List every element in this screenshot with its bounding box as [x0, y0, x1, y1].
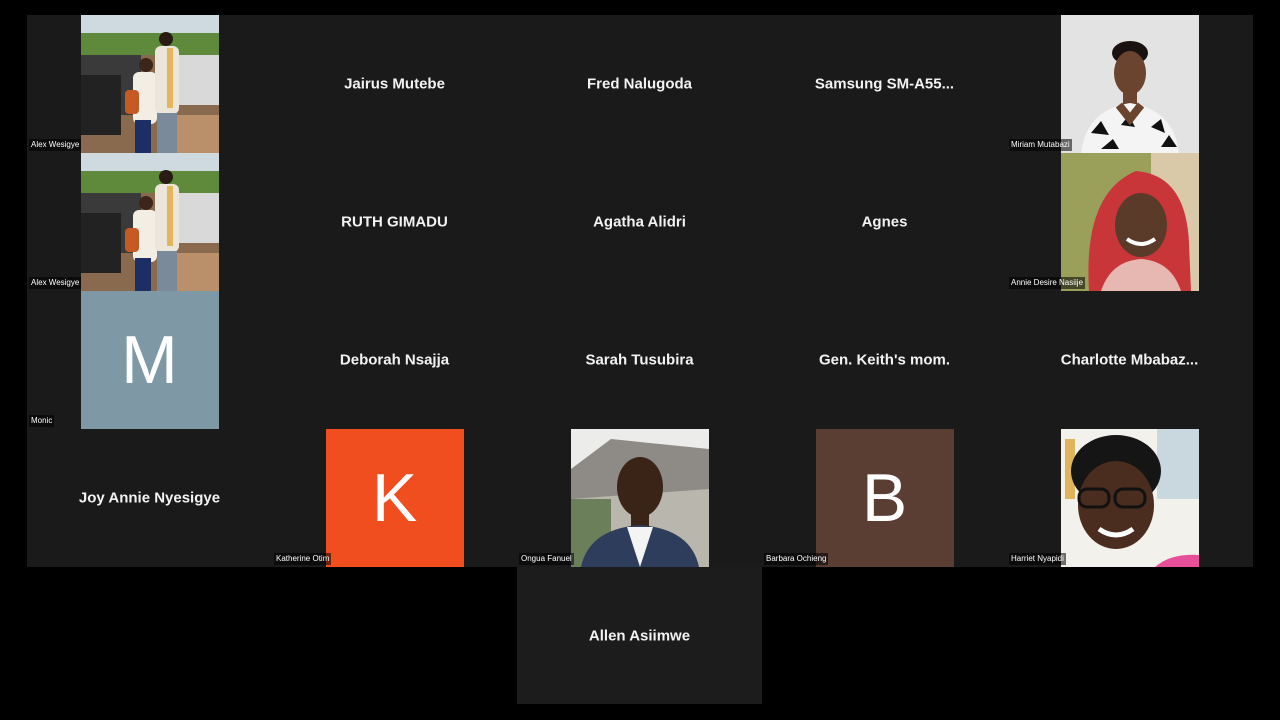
participant-name: Charlotte Mbabaz... [1060, 351, 1199, 369]
participant-name-label: Harriet Nyapidi [1009, 553, 1066, 565]
participant-name: Deborah Nsajja [339, 351, 450, 369]
participant-video [570, 429, 709, 567]
participant-tile-ongua-fanuel[interactable]: Ongua Fanuel [517, 429, 762, 567]
participant-tile-gen-keiths-mom[interactable]: Gen. Keith's mom. [762, 291, 1007, 429]
participant-name-label: Alex Wesigye [29, 139, 82, 151]
participant-tile-jairus-mutebe[interactable]: Jairus Mutebe [272, 15, 517, 153]
participant-tile-alex-wesigye-2[interactable]: Alex Wesigye [27, 153, 272, 291]
participant-video [1060, 429, 1199, 567]
participant-avatar: K [325, 429, 464, 567]
participant-name-label: Alex Wesigye [29, 277, 82, 289]
participant-name-label: Monic [29, 415, 55, 427]
woman-glasses [1060, 429, 1199, 567]
participant-video [1060, 153, 1199, 291]
participant-name-label: Katherine Otim [274, 553, 332, 565]
participant-name-label: Miriam Mutabazi [1009, 139, 1072, 151]
participant-name: Agnes [861, 213, 908, 231]
participant-name: Allen Asiimwe [588, 627, 691, 644]
participant-tile-barbara-ochieng[interactable]: B Barbara Ochieng [762, 429, 1007, 567]
participant-name: Sarah Tusubira [585, 351, 694, 369]
participant-tile-harriet-nyapidi[interactable]: Harriet Nyapidi [1007, 429, 1252, 567]
couple-photo [80, 153, 219, 291]
participant-name: Gen. Keith's mom. [818, 351, 951, 369]
participant-name: Fred Nalugoda [586, 75, 692, 93]
participant-tile-ruth-gimadu[interactable]: RUTH GIMADU [272, 153, 517, 291]
participant-video [1060, 15, 1199, 153]
avatar-letter: K [371, 460, 418, 536]
participant-tile-charlotte-mbabazi[interactable]: Charlotte Mbabaz... [1007, 291, 1252, 429]
participant-tile-joy-annie-nyesigye[interactable]: Joy Annie Nyesigye [27, 429, 272, 567]
participant-tile-katherine-otim[interactable]: K Katherine Otim [272, 429, 517, 567]
woman-red-braids [1060, 153, 1199, 291]
participant-name: Samsung SM-A55... [814, 75, 955, 93]
participant-tile-agatha-alidri[interactable]: Agatha Alidri [517, 153, 762, 291]
participant-avatar: B [815, 429, 954, 567]
participant-tile-alex-wesigye-1[interactable]: Alex Wesigye [27, 15, 272, 153]
participant-name: Agatha Alidri [593, 213, 686, 231]
participant-tile-miriam-mutabazi[interactable]: Miriam Mutabazi [1007, 15, 1252, 153]
woman-portrait [1060, 15, 1199, 153]
participant-tile-monic[interactable]: M Monic [27, 291, 272, 429]
couple-photo [80, 15, 219, 153]
participant-tile-allen-asiimwe[interactable]: Allen Asiimwe [517, 567, 762, 704]
participant-tile-sarah-tusubira[interactable]: Sarah Tusubira [517, 291, 762, 429]
participant-tile-agnes[interactable]: Agnes [762, 153, 1007, 291]
participant-tile-deborah-nsajja[interactable]: Deborah Nsajja [272, 291, 517, 429]
participant-avatar: M [80, 291, 219, 429]
participant-name: Jairus Mutebe [344, 75, 445, 93]
participant-name-label: Ongua Fanuel [519, 553, 574, 565]
avatar-letter: B [861, 460, 908, 536]
participant-name: Joy Annie Nyesigye [78, 489, 221, 507]
participant-video [80, 153, 219, 291]
man-portrait [570, 429, 709, 567]
participant-name-label: Barbara Ochieng [764, 553, 829, 565]
participant-video [80, 15, 219, 153]
participant-name: RUTH GIMADU [341, 213, 448, 231]
participant-tile-annie-desire-nasiije[interactable]: Annie Desire Nasiije [1007, 153, 1252, 291]
participant-tile-samsung[interactable]: Samsung SM-A55... [762, 15, 1007, 153]
participant-tile-fred-nalugoda[interactable]: Fred Nalugoda [517, 15, 762, 153]
avatar-letter: M [121, 322, 178, 398]
participant-name-label: Annie Desire Nasiije [1009, 277, 1086, 289]
